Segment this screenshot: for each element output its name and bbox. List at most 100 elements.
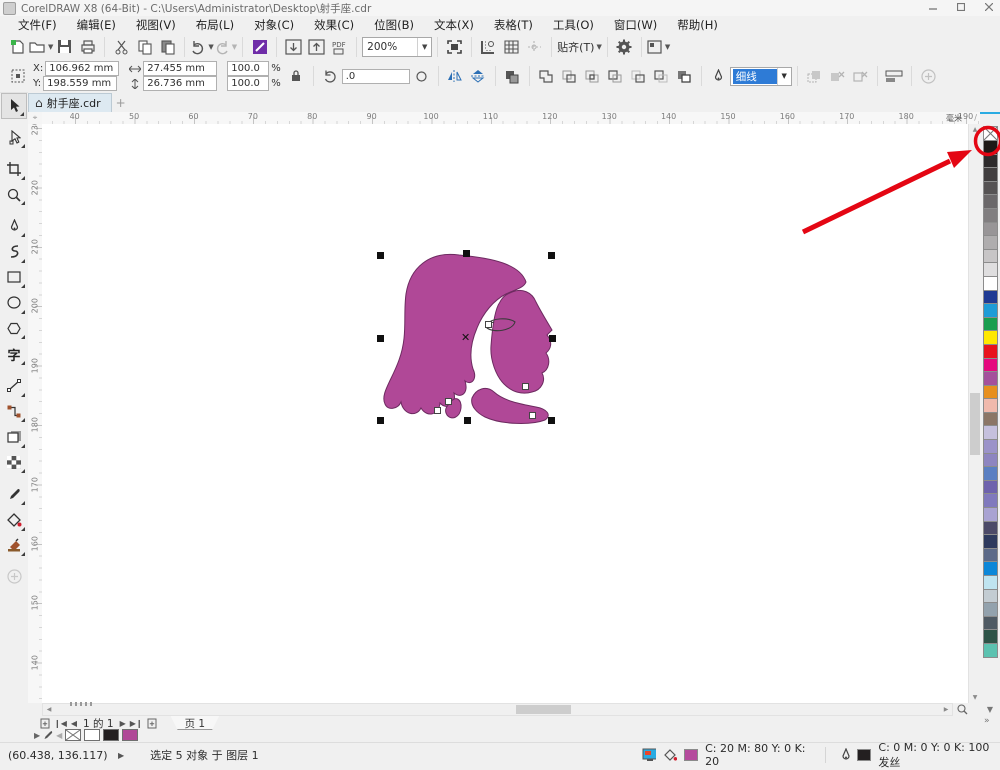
palette-color-swatch[interactable] xyxy=(983,493,998,508)
remove-fill-button[interactable] xyxy=(826,65,849,88)
palette-color-swatch[interactable] xyxy=(983,453,998,468)
palette-color-swatch[interactable] xyxy=(983,480,998,495)
outline-pen-icon[interactable] xyxy=(841,748,850,762)
first-page-button[interactable]: ❙◀ xyxy=(54,719,67,728)
options-button[interactable] xyxy=(613,35,636,58)
menu-item[interactable]: 对象(C) xyxy=(244,16,304,34)
app-launcher-button[interactable]: ▼ xyxy=(647,35,670,58)
zoom-level-combo[interactable]: 200% ▼ xyxy=(362,37,432,57)
scale-x-field[interactable]: 100.0 xyxy=(227,61,269,76)
menu-item[interactable]: 效果(C) xyxy=(304,16,364,34)
selection-center-marker[interactable]: ✕ xyxy=(461,331,470,344)
palette-color-swatch[interactable] xyxy=(983,194,998,209)
menu-item[interactable]: 编辑(E) xyxy=(67,16,126,34)
add-page-end-button[interactable] xyxy=(147,718,157,729)
rotation-field[interactable]: .0 xyxy=(342,69,410,84)
palette-color-swatch[interactable] xyxy=(983,385,998,400)
palette-color-swatch[interactable] xyxy=(983,425,998,440)
document-tab[interactable]: ⌂ 射手座.cdr xyxy=(28,93,112,112)
selection-handle-top-left[interactable] xyxy=(377,252,384,259)
palette-color-swatch[interactable] xyxy=(983,262,998,277)
palette-color-swatch[interactable] xyxy=(983,507,998,522)
scale-y-field[interactable]: 100.0 xyxy=(227,76,269,91)
smart-fill-tool[interactable] xyxy=(1,533,27,559)
undo-button[interactable]: ▼ xyxy=(190,35,213,58)
ruler-options-icon[interactable]: ∕ xyxy=(974,113,977,122)
width-field[interactable]: 27.455 mm xyxy=(143,61,217,76)
selection-handle-top-right[interactable] xyxy=(548,252,555,259)
snap-to-caret[interactable]: ▼ xyxy=(596,43,601,51)
publish-pdf-button[interactable]: PDF xyxy=(328,35,351,58)
doc-palette-scroll-left[interactable]: ◀ xyxy=(56,731,62,740)
menu-item[interactable]: 窗口(W) xyxy=(604,16,667,34)
palette-color-swatch[interactable] xyxy=(983,235,998,250)
artistic-media-tool[interactable] xyxy=(1,239,27,265)
face-shape[interactable] xyxy=(491,290,552,393)
palette-color-swatch[interactable] xyxy=(983,575,998,590)
next-page-button[interactable]: ▶ xyxy=(120,719,126,728)
combine-button[interactable] xyxy=(501,65,524,88)
new-document-button[interactable] xyxy=(6,35,29,58)
maximize-button[interactable] xyxy=(954,1,968,13)
add-page-start-button[interactable] xyxy=(40,718,50,729)
document-color-settings-icon[interactable] xyxy=(642,748,656,762)
redo-button[interactable]: ▼ xyxy=(214,35,237,58)
selection-handle-bottom-left[interactable] xyxy=(377,417,384,424)
y-position-field[interactable]: 198.559 mm xyxy=(43,76,117,91)
menu-item[interactable]: 位图(B) xyxy=(364,16,424,34)
trim-button[interactable] xyxy=(558,65,581,88)
scroll-down-arrow[interactable]: ▼ xyxy=(969,692,981,703)
back-minus-front-button[interactable] xyxy=(650,65,673,88)
show-rulers-button[interactable] xyxy=(477,35,500,58)
horizontal-scrollbar[interactable]: ◀ ▶ xyxy=(42,703,953,716)
search-content-button[interactable] xyxy=(248,35,271,58)
fill-color-swatch[interactable] xyxy=(684,749,698,761)
selection-handle-mid-left[interactable] xyxy=(377,335,384,342)
export-button[interactable] xyxy=(305,35,328,58)
outline-width-caret[interactable]: ▼ xyxy=(777,68,791,85)
palette-color-swatch[interactable] xyxy=(983,561,998,576)
scroll-left-arrow[interactable]: ◀ xyxy=(43,704,55,715)
intersect-button[interactable] xyxy=(581,65,604,88)
selection-handle-bottom-center[interactable] xyxy=(464,417,471,424)
palette-color-swatch[interactable] xyxy=(983,398,998,413)
horizontal-scroll-thumb[interactable] xyxy=(516,705,571,714)
palette-color-swatch[interactable] xyxy=(983,616,998,631)
mirror-vertical-button[interactable] xyxy=(467,65,490,88)
to-front-button[interactable] xyxy=(803,65,826,88)
drop-shadow-tool[interactable] xyxy=(1,424,27,450)
selection-handle-top-center[interactable] xyxy=(463,250,470,257)
menu-item[interactable]: 文件(F) xyxy=(8,16,67,34)
vertical-ruler[interactable]: 230220210200190180170160150140 xyxy=(28,124,43,703)
interactive-fill-tool[interactable] xyxy=(1,507,27,533)
app-launcher-caret[interactable]: ▼ xyxy=(665,43,670,51)
paste-button[interactable] xyxy=(156,35,179,58)
text-tool[interactable]: 字 xyxy=(1,341,27,367)
freehand-tool[interactable] xyxy=(1,213,27,239)
doc-color-swatch-magenta[interactable] xyxy=(122,729,138,741)
outline-width-combo[interactable]: 细线 ▼ xyxy=(730,67,792,86)
doc-palette-flyout-button[interactable]: ▶ xyxy=(34,731,40,740)
fill-color-icon[interactable] xyxy=(663,748,676,762)
wrap-text-button[interactable] xyxy=(883,65,906,88)
vertical-scroll-thumb[interactable] xyxy=(970,393,980,455)
palette-color-swatch[interactable] xyxy=(983,439,998,454)
palette-color-swatch[interactable] xyxy=(983,290,998,305)
open-button[interactable]: ▼ xyxy=(29,35,53,58)
palette-color-swatch[interactable] xyxy=(983,548,998,563)
palette-color-swatch[interactable] xyxy=(983,303,998,318)
crop-tool[interactable] xyxy=(1,156,27,182)
no-color-swatch[interactable] xyxy=(983,126,998,141)
import-button[interactable] xyxy=(282,35,305,58)
show-guidelines-button[interactable] xyxy=(523,35,546,58)
palette-expand-button[interactable]: » xyxy=(984,716,990,726)
connector-tool[interactable] xyxy=(1,399,27,425)
palette-color-swatch[interactable] xyxy=(983,643,998,658)
height-field[interactable]: 26.736 mm xyxy=(143,76,217,91)
pick-tool[interactable] xyxy=(1,93,27,119)
lock-ratio-button[interactable] xyxy=(285,65,308,88)
simplify-button[interactable] xyxy=(604,65,627,88)
palette-color-swatch[interactable] xyxy=(983,140,998,155)
ellipse-tool[interactable] xyxy=(1,290,27,316)
color-eyedropper-tool[interactable] xyxy=(1,481,27,507)
